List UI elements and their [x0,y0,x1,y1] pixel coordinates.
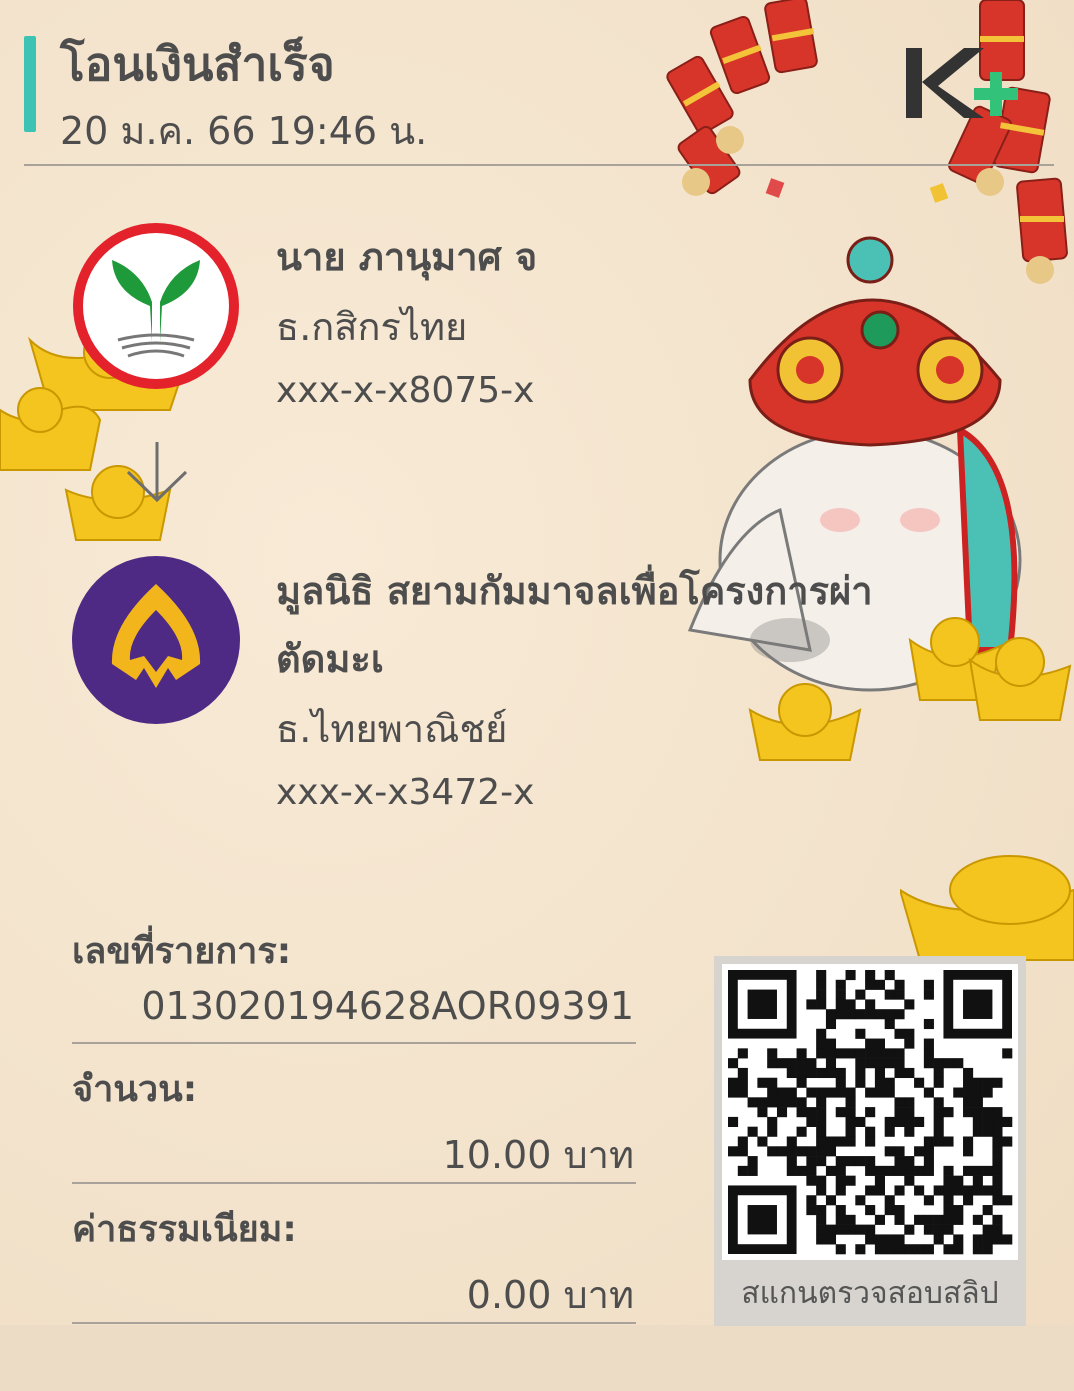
gold-ingots-decoration [748,617,1072,761]
kplus-logo-icon [906,48,1018,118]
header-divider [24,164,1054,166]
receiver-bank: ธ.ไทยพาณิชย์ [276,707,508,751]
arrow-down-icon [126,442,188,503]
reference-label: เลขที่รายการ: [72,931,292,972]
kasikornbank-logo-icon [73,223,239,389]
receiver-account: xxx-x-x3472-x [276,772,535,813]
receiver-name-line1: มูลนิธิ สยามกัมมาจลเพื่อโครงการผ่า [276,569,873,613]
fee-label: ค่าธรรมเนียม: [72,1209,297,1250]
gold-ingot-decoration [900,855,1074,961]
reference-value: 013020194628AOR09391 [141,984,634,1028]
sender-bank: ธ.กสิกรไทย [276,305,468,349]
title-accent-bar [24,36,36,132]
qr-code-icon [728,970,1013,1255]
transaction-datetime: 20 ม.ค. 66 19:46 น. [60,109,428,153]
divider [72,1042,636,1044]
page-title: โอนเงินสำเร็จ [60,37,335,91]
scb-logo-icon [72,556,240,724]
divider [72,1182,636,1184]
divider [72,1322,636,1324]
qr-caption: สแกนตรวจสอบสลิป [741,1276,999,1311]
sender-account: xxx-x-x8075-x [276,370,535,411]
amount-label: จำนวน: [72,1069,198,1110]
receiver-name-line2: ตัดมะเ [276,637,384,681]
qr-verification-panel[interactable]: สแกนตรวจสอบสลิป [714,956,1026,1326]
amount-value: 10.00 บาท [442,1133,634,1177]
bottom-band [0,1325,1074,1391]
fee-value: 0.00 บาท [466,1273,634,1317]
sender-name: นาย ภานุมาศ จ [276,235,538,279]
